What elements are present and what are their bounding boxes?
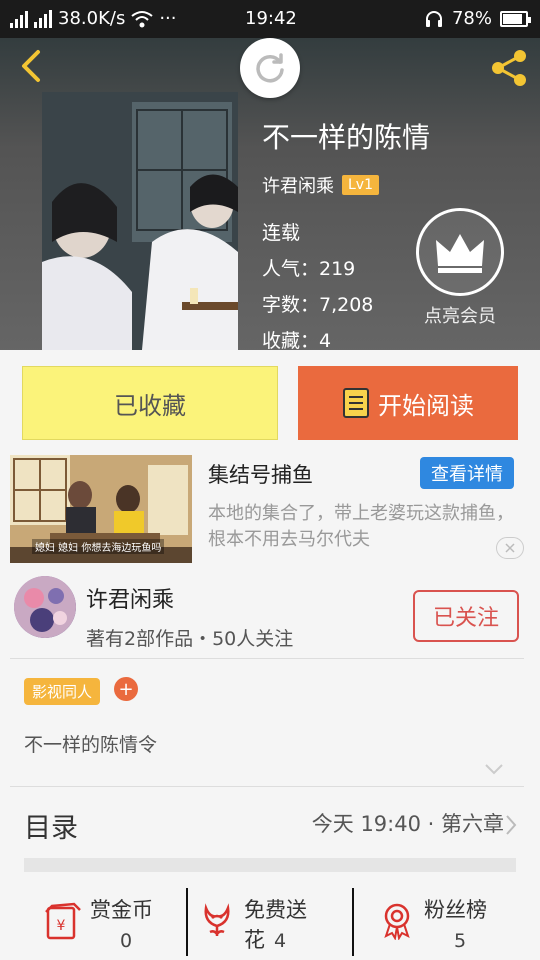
vip-label: 点亮会员 bbox=[424, 306, 496, 327]
refresh-button[interactable] bbox=[240, 38, 300, 98]
ad-image-caption: 媳妇 媳妇 你想去海边玩鱼吗 bbox=[32, 539, 165, 554]
followed-button[interactable]: 已关注 bbox=[413, 590, 519, 642]
crown-icon bbox=[416, 208, 504, 296]
table-of-contents-row[interactable]: 目录 今天 19:40 · 第六章 bbox=[0, 800, 540, 852]
coin-envelope-icon: ¥ bbox=[45, 902, 81, 940]
status-bar: 38.0K/s ··· 19:42 78% bbox=[0, 0, 540, 38]
network-speed: 38.0K/s bbox=[58, 8, 126, 29]
status-right: 78% bbox=[424, 8, 531, 29]
add-tag-button[interactable]: + bbox=[114, 677, 138, 701]
book-author-row: 许君闲乘 Lv1 bbox=[262, 172, 379, 198]
start-reading-label: 开始阅读 bbox=[378, 391, 474, 420]
chevron-down-icon[interactable] bbox=[484, 762, 504, 776]
author-name[interactable]: 许君闲乘 bbox=[86, 582, 174, 614]
flower-icon bbox=[204, 903, 230, 937]
fan-ranking-button[interactable]: 粉丝榜 5 bbox=[334, 888, 504, 960]
bottom-action-bar: ¥ 赏金币 0 免费送花 4 粉丝榜 5 bbox=[0, 888, 540, 960]
share-button[interactable] bbox=[488, 48, 530, 88]
book-author[interactable]: 许君闲乘 bbox=[262, 172, 334, 198]
refresh-icon bbox=[256, 53, 284, 83]
free-flowers-count: 4 bbox=[274, 930, 287, 952]
ad-image[interactable]: 媳妇 媳妇 你想去海边玩鱼吗 bbox=[10, 455, 192, 563]
svg-text:¥: ¥ bbox=[57, 918, 66, 934]
reward-coins-count: 0 bbox=[120, 930, 133, 952]
genre-tag[interactable]: 影视同人 bbox=[24, 678, 101, 705]
popularity-stat: 人气：219 bbox=[262, 258, 356, 280]
cover-illustration bbox=[42, 92, 238, 350]
battery-percent: 78% bbox=[451, 8, 492, 29]
book-intro: 不一样的陈情令 bbox=[24, 734, 158, 756]
divider bbox=[10, 658, 524, 659]
toc-label: 目录 bbox=[24, 813, 78, 844]
status-left: 38.0K/s ··· bbox=[10, 8, 177, 29]
signal-icon bbox=[10, 10, 28, 28]
battery-fill bbox=[503, 13, 522, 24]
latest-chapter: 今天 19:40 · 第六章 bbox=[311, 812, 504, 836]
more-indicator: ··· bbox=[159, 8, 177, 29]
book-cover-image[interactable] bbox=[42, 92, 238, 350]
fan-ranking-count: 5 bbox=[454, 930, 467, 952]
word-count-stat: 字数：7,208 bbox=[262, 294, 374, 316]
ad-banner[interactable]: 媳妇 媳妇 你想去海边玩鱼吗 集结号捕鱼 查看详情 本地的集合了，带上老婆玩这款… bbox=[10, 455, 530, 563]
favorites-stat: 收藏：4 bbox=[262, 330, 332, 350]
level-badge: Lv1 bbox=[342, 175, 379, 195]
medal-icon bbox=[384, 903, 410, 940]
start-reading-button[interactable]: 开始阅读 bbox=[298, 366, 518, 440]
ad-title: 集结号捕鱼 bbox=[208, 463, 313, 487]
reward-coins-button[interactable]: ¥ 赏金币 0 bbox=[0, 888, 170, 960]
chevron-right-icon bbox=[506, 815, 517, 835]
signal-2-icon bbox=[34, 9, 52, 28]
author-avatar[interactable] bbox=[14, 576, 76, 638]
fan-ranking-label: 粉丝榜 bbox=[424, 898, 487, 922]
ad-description: 本地的集合了，带上老婆玩这款捕鱼，根本不用去马尔代夫 bbox=[208, 503, 514, 550]
ad-view-details-button[interactable]: 查看详情 bbox=[420, 457, 514, 489]
book-icon bbox=[343, 388, 369, 418]
clock: 19:42 bbox=[245, 8, 297, 29]
free-flowers-button[interactable]: 免费送花 4 bbox=[154, 888, 324, 960]
battery-icon bbox=[500, 10, 531, 27]
vip-membership-button[interactable]: 点亮会员 bbox=[412, 208, 508, 328]
reward-coins-label: 赏金币 bbox=[90, 898, 153, 922]
serial-status: 连载 bbox=[262, 222, 301, 244]
favorited-button[interactable]: 已收藏 bbox=[22, 366, 278, 440]
wifi-icon bbox=[131, 10, 153, 27]
author-meta: 著有2部作品・50人关注 bbox=[86, 628, 294, 650]
headset-icon bbox=[425, 10, 442, 27]
back-button[interactable] bbox=[14, 48, 50, 84]
close-icon bbox=[505, 543, 515, 553]
author-card: 许君闲乘 著有2部作品・50人关注 已关注 bbox=[0, 572, 540, 658]
book-header: 不一样的陈情 许君闲乘 Lv1 连载 人气：219 字数：7,208 收藏：4 … bbox=[0, 38, 540, 350]
book-title: 不一样的陈情 bbox=[262, 121, 431, 154]
ad-close-button[interactable] bbox=[496, 537, 524, 559]
section-spacer bbox=[24, 858, 516, 872]
divider bbox=[10, 786, 524, 787]
